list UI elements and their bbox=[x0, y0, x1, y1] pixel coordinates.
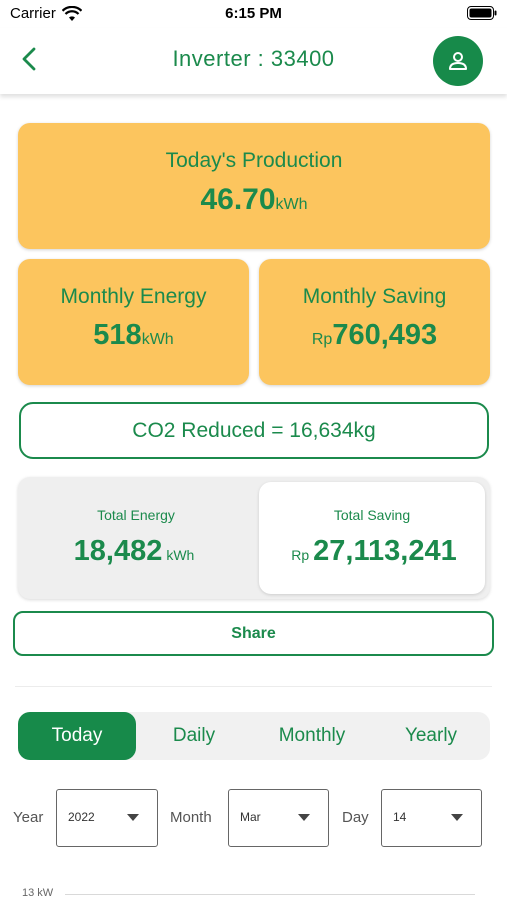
day-dropdown[interactable]: 14 bbox=[381, 789, 482, 847]
year-dropdown[interactable]: 2022 bbox=[56, 789, 158, 847]
share-button[interactable]: Share bbox=[13, 611, 494, 656]
dropdown-arrow-icon bbox=[127, 814, 139, 821]
monthly-energy-unit: kWh bbox=[141, 331, 174, 348]
total-energy-value: 18,482 bbox=[73, 535, 163, 567]
tab-today-label: Today bbox=[51, 725, 103, 746]
monthly-saving-label: Monthly Saving bbox=[302, 285, 447, 308]
dropdown-arrow-icon bbox=[298, 814, 310, 821]
tab-daily-label: Daily bbox=[172, 725, 216, 746]
co2-reduced-text: CO2 Reduced = 16,634kg bbox=[132, 418, 376, 442]
dropdown-arrow-icon bbox=[451, 814, 463, 821]
total-energy-section: Total Energy 18,482 kWh bbox=[18, 477, 254, 599]
monthly-energy-value: 518 bbox=[93, 319, 142, 351]
monthly-energy-value-row: 518kWh bbox=[18, 319, 249, 352]
total-energy-label: Total Energy bbox=[97, 507, 175, 523]
tab-daily[interactable]: Daily bbox=[136, 712, 252, 760]
total-saving-value: 27,113,241 bbox=[313, 535, 457, 567]
date-filters: Year 2022 Month Mar Day 14 bbox=[0, 789, 507, 847]
total-saving-currency: Rp bbox=[291, 547, 310, 563]
tab-yearly-label: Yearly bbox=[404, 725, 458, 746]
monthly-saving-card: Monthly Saving Rp760,493 bbox=[259, 259, 490, 385]
app-header: Inverter : 33400 bbox=[0, 28, 507, 94]
tab-yearly[interactable]: Yearly bbox=[372, 712, 490, 760]
year-label: Year bbox=[13, 809, 44, 826]
total-energy-value-row: 18,482 kWh bbox=[18, 535, 254, 568]
today-production-value: 46.70 bbox=[200, 183, 276, 216]
total-energy-unit: kWh bbox=[166, 547, 195, 563]
period-tabs: Today Daily Monthly Yearly bbox=[18, 712, 490, 760]
page-title: Inverter : 33400 bbox=[172, 46, 335, 71]
monthly-saving-value-row: Rp760,493 bbox=[259, 319, 490, 352]
status-time: 6:15 PM bbox=[225, 5, 282, 22]
today-production-unit: kWh bbox=[275, 196, 308, 213]
divider bbox=[15, 686, 492, 687]
today-production-label: Today's Production bbox=[165, 149, 343, 172]
user-icon bbox=[449, 52, 467, 70]
month-label: Month bbox=[170, 809, 212, 826]
chart-y-axis-label: 13 kW bbox=[22, 887, 54, 899]
chart-gridline bbox=[65, 894, 475, 895]
profile-button[interactable] bbox=[433, 36, 483, 86]
today-production-value-row: 46.70kWh bbox=[18, 183, 490, 217]
day-dropdown-value: 14 bbox=[393, 810, 407, 824]
total-saving-value-row: Rp 27,113,241 bbox=[259, 535, 485, 568]
battery-icon bbox=[467, 6, 497, 20]
share-button-label: Share bbox=[231, 624, 276, 642]
month-dropdown[interactable]: Mar bbox=[228, 789, 329, 847]
monthly-saving-currency: Rp bbox=[311, 331, 333, 348]
total-saving-section: Total Saving Rp 27,113,241 bbox=[259, 482, 485, 594]
tab-today[interactable]: Today bbox=[18, 712, 136, 760]
month-dropdown-value: Mar bbox=[240, 810, 261, 824]
tab-monthly-label: Monthly bbox=[278, 725, 346, 746]
day-label: Day bbox=[342, 809, 369, 826]
today-production-card: Today's Production 46.70kWh bbox=[18, 123, 490, 249]
tab-monthly[interactable]: Monthly bbox=[252, 712, 372, 760]
status-bar: Carrier 6:15 PM bbox=[0, 0, 507, 28]
monthly-energy-label: Monthly Energy bbox=[60, 285, 207, 308]
monthly-saving-value: 760,493 bbox=[332, 319, 438, 351]
total-saving-label: Total Saving bbox=[333, 507, 411, 523]
year-dropdown-value: 2022 bbox=[68, 810, 95, 824]
co2-reduced-box: CO2 Reduced = 16,634kg bbox=[19, 402, 489, 459]
monthly-energy-card: Monthly Energy 518kWh bbox=[18, 259, 249, 385]
totals-panel: Total Energy 18,482 kWh Total Saving Rp 27… bbox=[18, 477, 490, 599]
